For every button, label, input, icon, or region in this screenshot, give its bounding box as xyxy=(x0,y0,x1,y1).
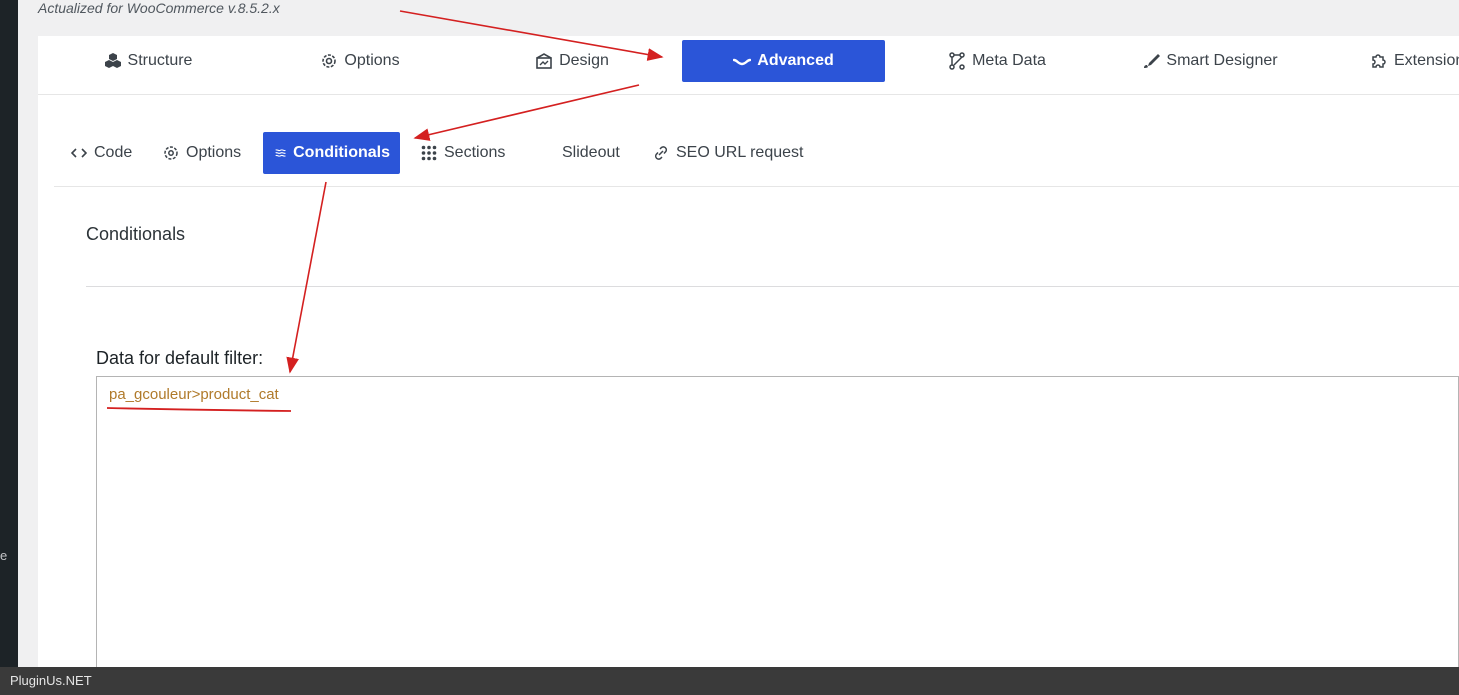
version-note: Actualized for WooCommerce v.8.5.2.x xyxy=(38,0,280,16)
subtab-slideout[interactable]: Slideout xyxy=(562,132,620,174)
brush-icon xyxy=(1144,54,1161,68)
default-filter-label: Data for default filter: xyxy=(96,348,264,368)
watermark-bar: PluginUs.NET xyxy=(0,667,1459,695)
default-filter-textarea[interactable]: pa_gcouleur>product_cat xyxy=(96,376,1459,676)
sub-tab-bar: Code Options Conditionals Sections Slide… xyxy=(54,95,1459,187)
approx-icon xyxy=(275,149,286,157)
tab-advanced[interactable]: Advanced xyxy=(682,40,885,82)
link-icon xyxy=(654,146,668,160)
subtab-label: Conditionals xyxy=(293,144,390,161)
subtab-options[interactable]: Options xyxy=(163,132,241,174)
subtab-label: Slideout xyxy=(562,144,620,161)
tab-design[interactable]: Design xyxy=(532,40,612,82)
tab-meta-data[interactable]: Meta Data xyxy=(947,40,1047,82)
tab-label: Extensions xyxy=(1394,52,1459,69)
section-divider xyxy=(86,286,1459,287)
main-tab-bar: Structure Options Design Advanced Meta D… xyxy=(38,36,1459,95)
subtab-sections[interactable]: Sections xyxy=(421,132,505,174)
tab-label: Smart Designer xyxy=(1166,52,1278,69)
tab-options[interactable]: Options xyxy=(315,40,405,82)
watermark-text: PluginUs.NET xyxy=(10,673,92,688)
default-filter-value: pa_gcouleur>product_cat xyxy=(109,386,279,403)
subtab-label: Sections xyxy=(444,144,506,161)
tab-label: Design xyxy=(559,52,609,69)
subtab-conditionals[interactable]: Conditionals xyxy=(263,132,400,174)
tab-label: Options xyxy=(344,52,400,69)
gear-icon xyxy=(164,146,178,160)
cubes-icon xyxy=(104,53,121,68)
tab-smart-designer[interactable]: Smart Designer xyxy=(1140,40,1280,82)
settings-panel: Structure Options Design Advanced Meta D… xyxy=(38,36,1459,676)
gear-icon xyxy=(322,54,337,68)
section-title: Conditionals xyxy=(86,224,186,244)
tab-label: Meta Data xyxy=(972,52,1046,69)
subtab-label: Options xyxy=(186,144,242,161)
tab-extensions[interactable]: Extensions xyxy=(1370,40,1459,82)
tab-structure[interactable]: Structure xyxy=(98,40,198,82)
design-icon xyxy=(536,53,552,69)
tab-label: Structure xyxy=(127,52,193,69)
code-icon xyxy=(71,148,87,158)
sidebar-stub-text: e xyxy=(0,548,8,563)
puzzle-icon xyxy=(1372,54,1386,68)
subtab-code[interactable]: Code xyxy=(71,132,132,174)
admin-sidebar: e xyxy=(0,0,18,667)
grid-dots-icon xyxy=(421,145,437,161)
subtab-label: Code xyxy=(94,144,133,161)
subtab-label: SEO URL request xyxy=(676,144,804,161)
wave-icon xyxy=(733,58,752,66)
subtab-seo-url-request[interactable]: SEO URL request xyxy=(653,132,803,174)
tab-label: Advanced xyxy=(757,52,834,69)
nodes-icon xyxy=(949,52,965,70)
